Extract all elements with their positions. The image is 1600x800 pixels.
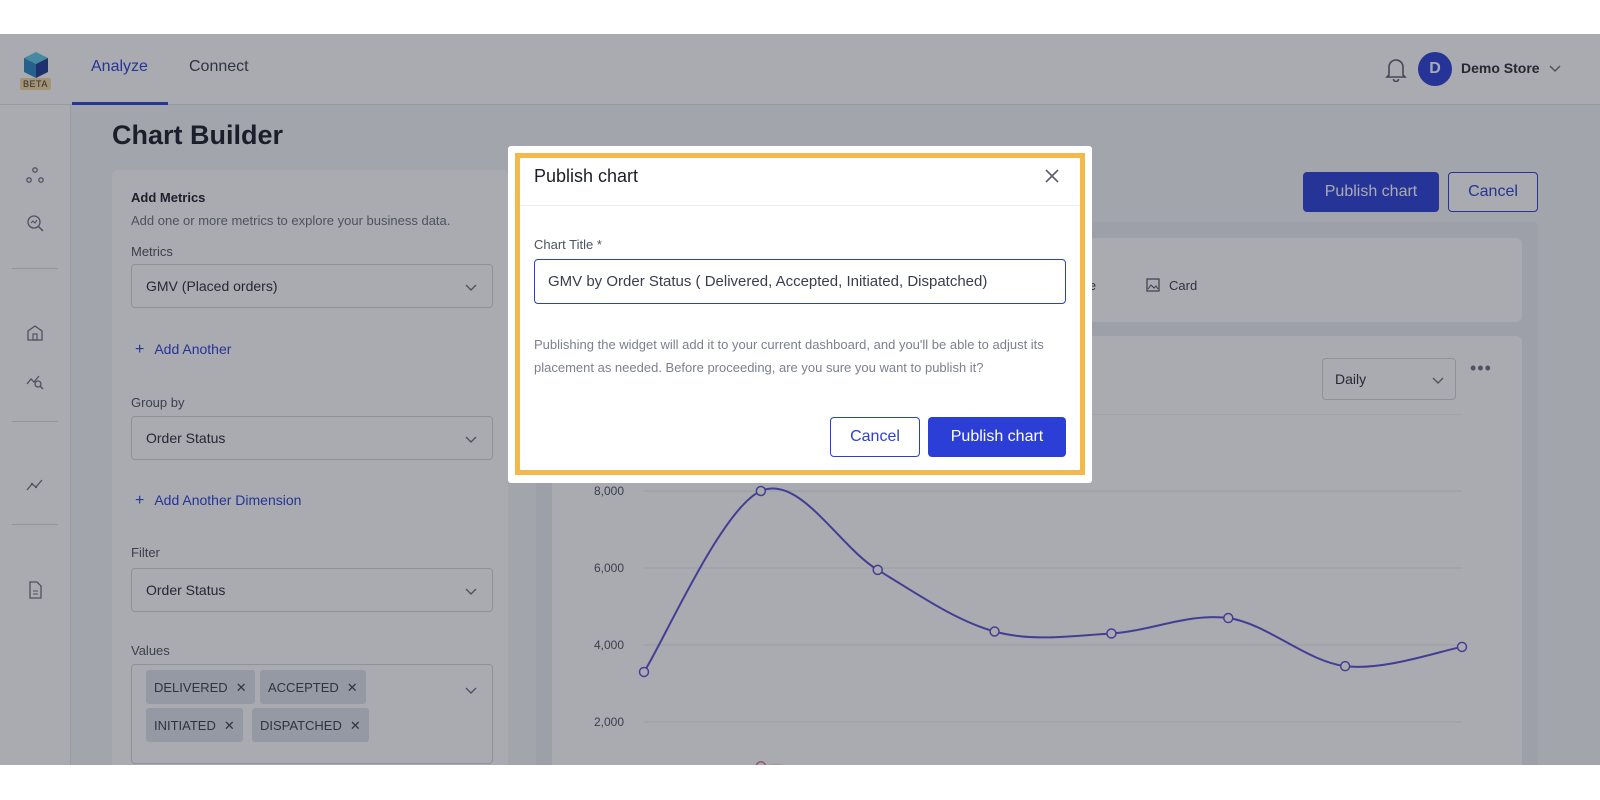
modal-description: Publishing the widget will add it to you… xyxy=(534,337,1044,375)
publish-chart-modal: Publish chart Chart Title * Publishing t… xyxy=(508,146,1092,483)
modal-title: Publish chart xyxy=(534,166,639,186)
modal-publish-button[interactable]: Publish chart xyxy=(928,417,1066,457)
app-window: BETA Analyze Connect D Demo Store Chart … xyxy=(0,34,1600,765)
close-icon[interactable] xyxy=(1044,168,1060,184)
chart-title-label: Chart Title * xyxy=(534,237,602,252)
modal-cancel-button[interactable]: Cancel xyxy=(830,417,920,457)
modal-divider xyxy=(520,205,1080,206)
chart-title-input[interactable] xyxy=(534,259,1066,304)
